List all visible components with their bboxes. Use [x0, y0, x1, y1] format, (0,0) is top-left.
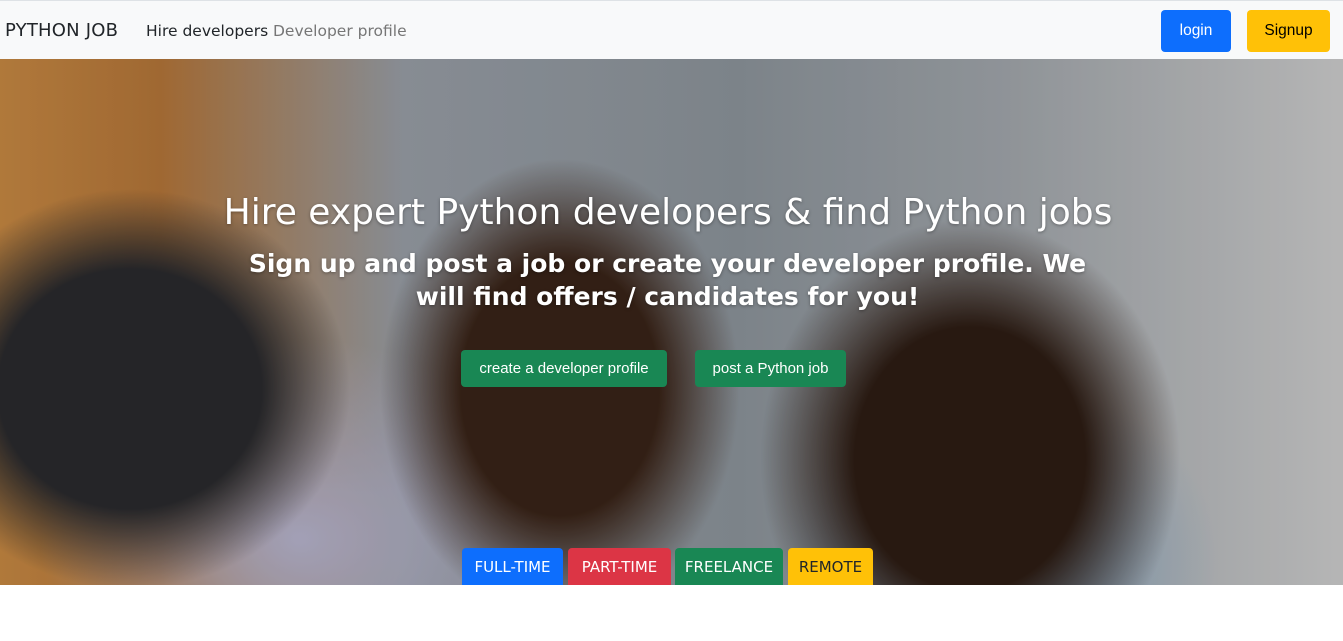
- signup-button[interactable]: Signup: [1247, 10, 1330, 52]
- job-type-freelance[interactable]: FREELANCE: [675, 548, 783, 585]
- top-navbar: PYTHON JOB Hire developers Developer pro…: [0, 0, 1343, 59]
- hero-banner: Hire expert Python developers & find Pyt…: [0, 59, 1343, 585]
- nav-link-developer-profile[interactable]: Developer profile: [273, 22, 407, 40]
- post-python-job-button[interactable]: post a Python job: [695, 350, 846, 387]
- create-developer-profile-button[interactable]: create a developer profile: [461, 350, 667, 387]
- hero-background-photo: [0, 59, 1343, 585]
- job-type-full-time[interactable]: FULL-TIME: [462, 548, 563, 585]
- job-type-remote[interactable]: REMOTE: [788, 548, 873, 585]
- login-button[interactable]: login: [1161, 10, 1231, 52]
- brand-logo-link[interactable]: PYTHON JOB: [5, 20, 118, 41]
- nav-link-hire-developers[interactable]: Hire developers: [146, 22, 268, 40]
- hero-title: Hire expert Python developers & find Pyt…: [223, 192, 1113, 233]
- hero-subtitle: Sign up and post a job or create your de…: [248, 249, 1087, 311]
- job-type-part-time[interactable]: PART-TIME: [568, 548, 671, 585]
